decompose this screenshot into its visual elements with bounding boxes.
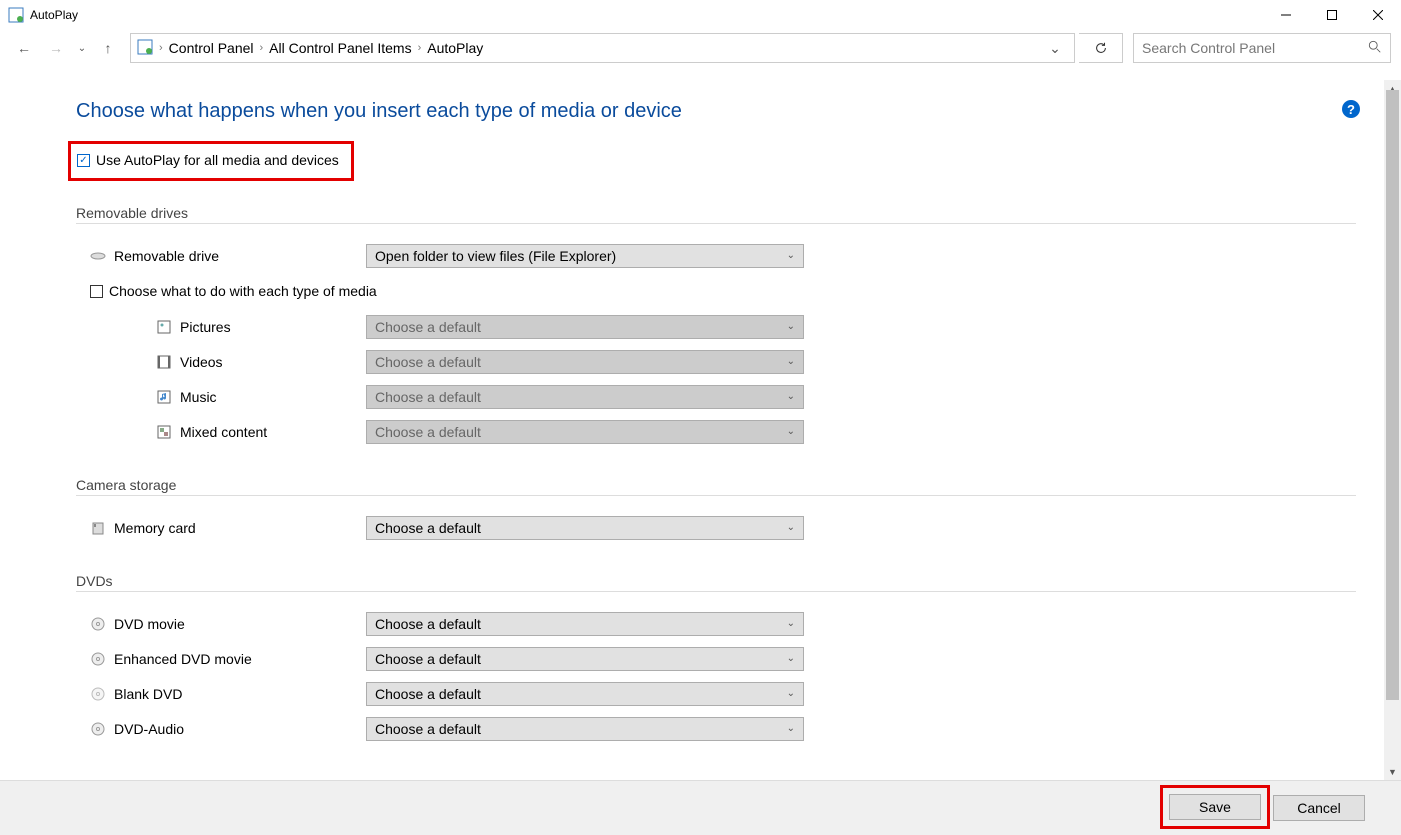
choose-media-type-checkbox[interactable]: ✓ Choose what to do with each type of me… (76, 283, 1384, 299)
item-label: DVD-Audio (114, 721, 184, 737)
main-content: ? Choose what happens when you insert ea… (0, 80, 1384, 780)
dvd-audio-dropdown[interactable]: Choose a default ⌄ (366, 717, 804, 741)
refresh-button[interactable] (1079, 33, 1123, 63)
dropdown-value: Choose a default (375, 651, 481, 667)
title-bar: AutoPlay (0, 0, 1401, 30)
item-label: Removable drive (114, 248, 219, 264)
highlighted-autoplay-checkbox: ✓ Use AutoPlay for all media and devices (68, 141, 354, 181)
section-divider (76, 591, 1356, 592)
dropdown-value: Choose a default (375, 389, 481, 405)
dropdown-value: Open folder to view files (File Explorer… (375, 248, 616, 264)
search-input[interactable]: Search Control Panel (1133, 33, 1391, 63)
forward-button[interactable]: → (42, 34, 70, 62)
chevron-down-icon: ⌄ (787, 250, 795, 261)
dropdown-value: Choose a default (375, 616, 481, 632)
highlighted-save-button: Save (1160, 785, 1270, 829)
search-placeholder: Search Control Panel (1142, 40, 1275, 56)
mixed-content-icon (156, 424, 172, 440)
minimize-button[interactable] (1263, 0, 1309, 30)
item-label: Memory card (114, 520, 196, 536)
videos-icon (156, 354, 172, 370)
page-heading: Choose what happens when you insert each… (76, 100, 1384, 123)
chevron-down-icon: ⌄ (787, 688, 795, 699)
item-label: Enhanced DVD movie (114, 651, 252, 667)
item-label: Mixed content (180, 424, 267, 440)
pictures-icon (156, 319, 172, 335)
breadcrumb-separator: › (418, 42, 422, 54)
breadcrumb-separator: › (260, 42, 264, 54)
dropdown-value: Choose a default (375, 686, 481, 702)
chevron-down-icon: ⌄ (787, 618, 795, 629)
memory-card-dropdown[interactable]: Choose a default ⌄ (366, 516, 804, 540)
autoplay-path-icon (137, 39, 153, 58)
use-autoplay-checkbox[interactable]: ✓ Use AutoPlay for all media and devices (77, 152, 339, 168)
checkbox-label: Choose what to do with each type of medi… (109, 283, 377, 299)
dropdown-value: Choose a default (375, 424, 481, 440)
chevron-down-icon: ⌄ (787, 522, 795, 533)
section-divider (76, 223, 1356, 224)
music-dropdown[interactable]: Choose a default ⌄ (366, 385, 804, 409)
breadcrumb-item[interactable]: All Control Panel Items (269, 40, 411, 56)
dropdown-value: Choose a default (375, 721, 481, 737)
help-icon[interactable]: ? (1342, 100, 1360, 118)
chevron-down-icon: ⌄ (787, 426, 795, 437)
checkbox-label: Use AutoPlay for all media and devices (96, 152, 339, 168)
dvd-movie-dropdown[interactable]: Choose a default ⌄ (366, 612, 804, 636)
mixed-content-dropdown[interactable]: Choose a default ⌄ (366, 420, 804, 444)
autoplay-app-icon (8, 7, 24, 23)
dropdown-value: Choose a default (375, 354, 481, 370)
chevron-down-icon: ⌄ (787, 321, 795, 332)
memory-card-icon (90, 520, 106, 536)
section-title-dvds: DVDs (76, 573, 1384, 589)
checkbox-icon: ✓ (90, 285, 103, 298)
removable-drive-icon (90, 248, 106, 264)
blank-dvd-dropdown[interactable]: Choose a default ⌄ (366, 682, 804, 706)
item-label: Videos (180, 354, 223, 370)
dropdown-value: Choose a default (375, 319, 481, 335)
section-title-camera: Camera storage (76, 477, 1384, 493)
section-divider (76, 495, 1356, 496)
section-title-removable: Removable drives (76, 205, 1384, 221)
recent-dropdown[interactable]: ⌄ (74, 34, 90, 62)
address-dropdown-icon[interactable]: ⌄ (1042, 34, 1068, 62)
search-icon (1368, 40, 1382, 57)
chevron-down-icon: ⌄ (787, 391, 795, 402)
scroll-down-icon[interactable]: ▼ (1384, 763, 1401, 780)
cancel-button[interactable]: Cancel (1273, 795, 1365, 821)
scrollbar-thumb[interactable] (1386, 90, 1399, 700)
item-label: Music (180, 389, 217, 405)
up-button[interactable]: ↑ (94, 34, 122, 62)
chevron-down-icon: ⌄ (787, 723, 795, 734)
enhanced-dvd-dropdown[interactable]: Choose a default ⌄ (366, 647, 804, 671)
music-icon (156, 389, 172, 405)
dvd-icon (90, 721, 106, 737)
navigation-bar: ← → ⌄ ↑ › Control Panel › All Control Pa… (0, 30, 1401, 66)
item-label: Blank DVD (114, 686, 182, 702)
dvd-icon (90, 651, 106, 667)
checkbox-icon: ✓ (77, 154, 90, 167)
breadcrumb-item[interactable]: Control Panel (169, 40, 254, 56)
videos-dropdown[interactable]: Choose a default ⌄ (366, 350, 804, 374)
item-label: Pictures (180, 319, 231, 335)
maximize-button[interactable] (1309, 0, 1355, 30)
address-bar[interactable]: › Control Panel › All Control Panel Item… (130, 33, 1075, 63)
close-button[interactable] (1355, 0, 1401, 30)
removable-drive-dropdown[interactable]: Open folder to view files (File Explorer… (366, 244, 804, 268)
dvd-icon (90, 686, 106, 702)
breadcrumb-separator: › (159, 42, 163, 54)
pictures-dropdown[interactable]: Choose a default ⌄ (366, 315, 804, 339)
back-button[interactable]: ← (10, 34, 38, 62)
chevron-down-icon: ⌄ (787, 653, 795, 664)
window-title: AutoPlay (30, 8, 78, 22)
vertical-scrollbar[interactable]: ▲ ▼ (1384, 80, 1401, 780)
dropdown-value: Choose a default (375, 520, 481, 536)
breadcrumb-item[interactable]: AutoPlay (427, 40, 483, 56)
chevron-down-icon: ⌄ (787, 356, 795, 367)
item-label: DVD movie (114, 616, 185, 632)
save-button[interactable]: Save (1169, 794, 1261, 820)
dvd-icon (90, 616, 106, 632)
